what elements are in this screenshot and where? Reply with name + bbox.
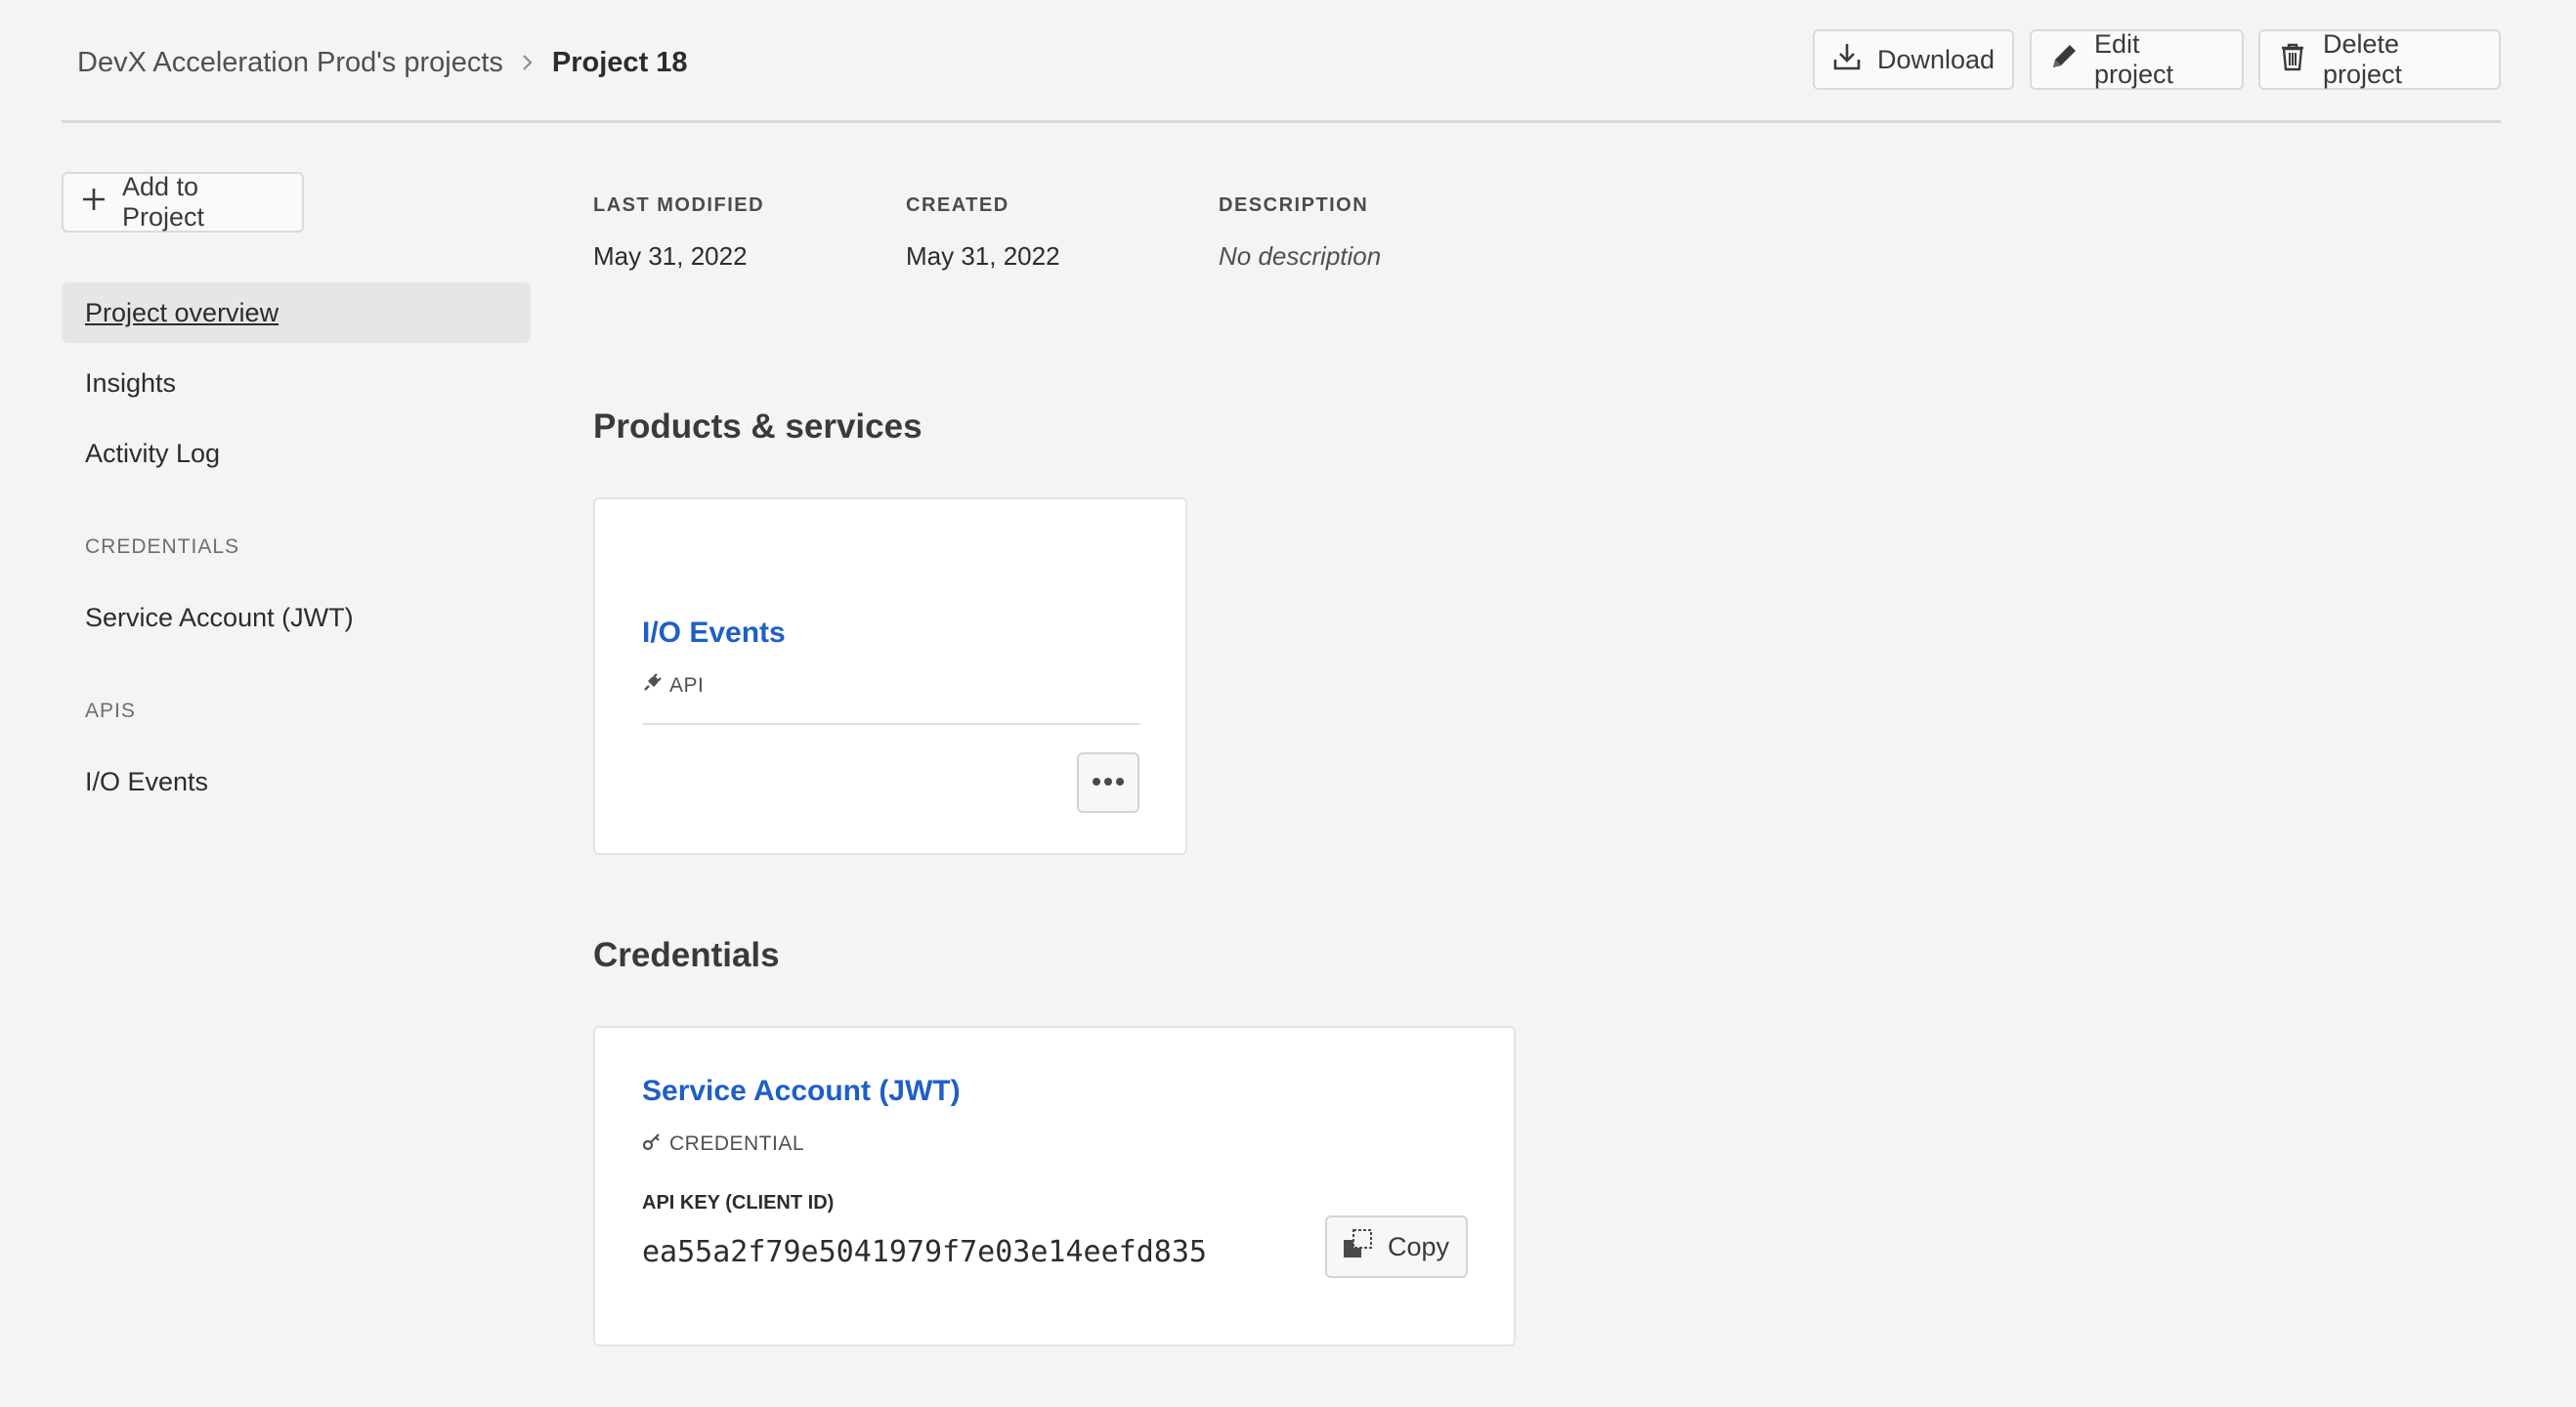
apis-heading: APIS xyxy=(85,700,136,722)
edit-project-button[interactable]: Edit project xyxy=(2030,29,2244,90)
copy-icon xyxy=(1341,1227,1374,1267)
created-value: May 31, 2022 xyxy=(906,241,1060,271)
description-label: DESCRIPTION xyxy=(1219,194,1369,216)
credential-card-tag: CREDENTIAL xyxy=(642,1131,804,1157)
last-modified-label: LAST MODIFIED xyxy=(593,194,765,216)
credentials-heading: CREDENTIALS xyxy=(85,535,240,558)
breadcrumb-current: Project 18 xyxy=(551,46,688,78)
product-card-divider xyxy=(642,723,1140,725)
chevron-right-icon xyxy=(521,53,535,72)
edit-project-label: Edit project xyxy=(2094,29,2174,89)
nav-io-events[interactable]: I/O Events xyxy=(62,751,531,812)
copy-button[interactable]: Copy xyxy=(1325,1215,1468,1278)
more-options-button[interactable] xyxy=(1077,752,1139,813)
pencil-icon xyxy=(2047,40,2081,80)
more-icon xyxy=(1092,774,1125,791)
nav-activity-log[interactable]: Activity Log xyxy=(62,423,531,484)
copy-label: Copy xyxy=(1388,1231,1450,1261)
product-card-tag-label: API xyxy=(669,674,705,697)
header-divider xyxy=(62,120,2501,123)
add-to-project-label: Add to Project xyxy=(122,172,205,232)
product-card: I/O Events API xyxy=(593,497,1187,855)
trash-icon xyxy=(2276,40,2309,80)
created-label: CREATED xyxy=(906,194,1009,216)
delete-project-label: Delete project xyxy=(2323,29,2403,89)
plus-icon xyxy=(81,187,107,219)
nav-insights[interactable]: Insights xyxy=(62,353,531,413)
product-card-title[interactable]: I/O Events xyxy=(642,617,786,650)
add-to-project-button[interactable]: Add to Project xyxy=(62,172,304,233)
download-button[interactable]: Download xyxy=(1813,29,2014,90)
breadcrumb: DevX Acceleration Prod's projects Projec… xyxy=(77,39,688,86)
product-card-tag: API xyxy=(642,673,704,699)
credentials-section-title: Credentials xyxy=(593,936,780,974)
credential-card: Service Account (JWT) CREDENTIAL API KEY… xyxy=(593,1026,1516,1346)
api-key-value: ea55a2f79e5041979f7e03e14eefd835 xyxy=(642,1235,1207,1269)
download-icon xyxy=(1830,40,1864,80)
plug-icon xyxy=(642,673,662,699)
key-icon xyxy=(642,1131,662,1157)
download-label: Download xyxy=(1877,44,1996,74)
api-key-label: API KEY (CLIENT ID) xyxy=(642,1192,835,1214)
breadcrumb-parent-link[interactable]: DevX Acceleration Prod's projects xyxy=(77,47,503,79)
products-section-title: Products & services xyxy=(593,407,923,446)
last-modified-value: May 31, 2022 xyxy=(593,241,748,271)
nav-project-overview[interactable]: Project overview xyxy=(62,282,531,343)
credential-card-title[interactable]: Service Account (JWT) xyxy=(642,1075,961,1108)
credential-card-tag-label: CREDENTIAL xyxy=(669,1132,805,1155)
nav-service-account-jwt[interactable]: Service Account (JWT) xyxy=(62,587,531,648)
description-value: No description xyxy=(1219,241,1382,271)
delete-project-button[interactable]: Delete project xyxy=(2258,29,2501,90)
